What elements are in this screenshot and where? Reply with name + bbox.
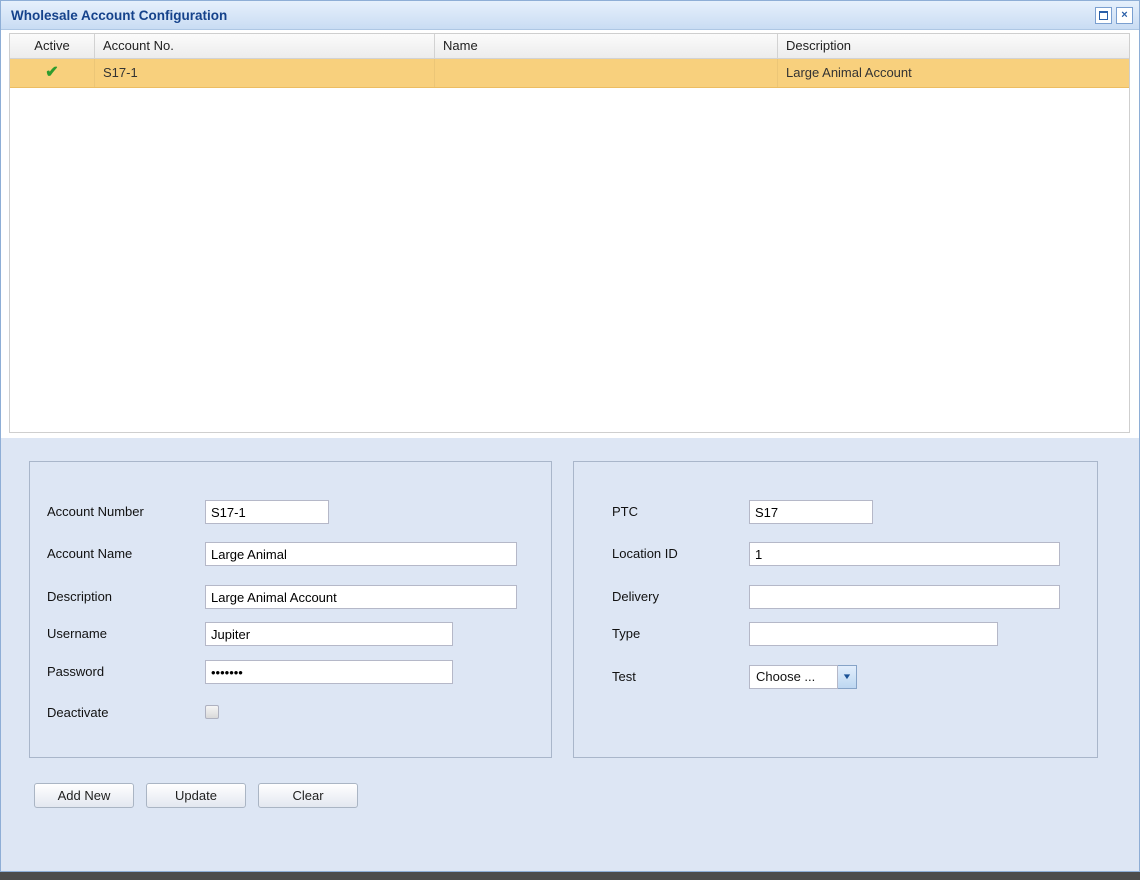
deactivate-checkbox[interactable] <box>205 705 219 719</box>
active-check-icon: ✔ <box>45 64 59 81</box>
cell-description: Large Animal Account <box>786 65 912 80</box>
account-name-label: Account Name <box>47 546 133 561</box>
clear-button[interactable]: Clear <box>258 783 358 808</box>
cell-account-no: S17-1 <box>95 59 435 87</box>
minimize-icon <box>1099 10 1108 20</box>
grid-header: Active Account No. Name Description <box>10 34 1129 59</box>
account-name-field[interactable] <box>205 542 517 566</box>
delivery-label: Delivery <box>612 589 659 604</box>
description-field[interactable] <box>205 585 517 609</box>
ptc-field[interactable] <box>749 500 873 524</box>
window-title: Wholesale Account Configuration <box>11 7 228 23</box>
password-field[interactable] <box>205 660 453 684</box>
password-label: Password <box>47 664 105 679</box>
column-header-active[interactable]: Active <box>10 34 95 58</box>
column-header-description[interactable]: Description <box>778 34 1129 58</box>
test-combobox-trigger[interactable]: ▼ <box>838 665 857 689</box>
account-number-label: Account Number <box>47 504 144 519</box>
cell-name <box>435 59 778 87</box>
window-titlebar[interactable]: Wholesale Account Configuration × <box>1 1 1139 30</box>
column-header-name[interactable]: Name <box>435 34 778 58</box>
type-label: Type <box>612 626 641 641</box>
location-id-field[interactable] <box>749 542 1060 566</box>
location-id-label: Location ID <box>612 546 678 561</box>
test-combobox-value[interactable]: Choose ... <box>749 665 838 689</box>
add-new-button[interactable]: Add New <box>34 783 134 808</box>
type-field[interactable] <box>749 622 998 646</box>
account-details-box: Account Number Account Name Description … <box>29 461 552 758</box>
description-label: Description <box>47 589 113 604</box>
deactivate-label: Deactivate <box>47 705 109 720</box>
cell-active: ✔ <box>10 59 95 87</box>
test-combobox[interactable]: Choose ... ▼ <box>749 665 857 689</box>
accounts-grid: Active Account No. Name Description ✔ S1… <box>9 33 1130 433</box>
account-row-selected[interactable]: ✔ S17-1 Large Animal Account <box>10 59 1129 88</box>
delivery-field[interactable] <box>749 585 1060 609</box>
connection-details-box: PTC Location ID Delivery Type Test <box>573 461 1098 758</box>
close-icon: × <box>1121 8 1128 21</box>
screen: Wholesale Account Configuration × Active… <box>0 0 1140 880</box>
test-label: Test <box>612 669 636 684</box>
username-field[interactable] <box>205 622 453 646</box>
action-button-bar: Add New Update Clear <box>34 783 358 808</box>
detail-panel: Account Number Account Name Description … <box>1 438 1139 871</box>
minimize-button[interactable] <box>1095 6 1112 24</box>
close-button[interactable]: × <box>1116 6 1133 24</box>
username-label: Username <box>47 626 107 641</box>
update-button[interactable]: Update <box>146 783 246 808</box>
wholesale-account-configuration-window: Wholesale Account Configuration × Active… <box>0 0 1140 872</box>
column-header-account-no[interactable]: Account No. <box>95 34 435 58</box>
account-number-field[interactable] <box>205 500 329 524</box>
chevron-down-icon: ▼ <box>841 672 853 681</box>
ptc-label: PTC <box>612 504 638 519</box>
